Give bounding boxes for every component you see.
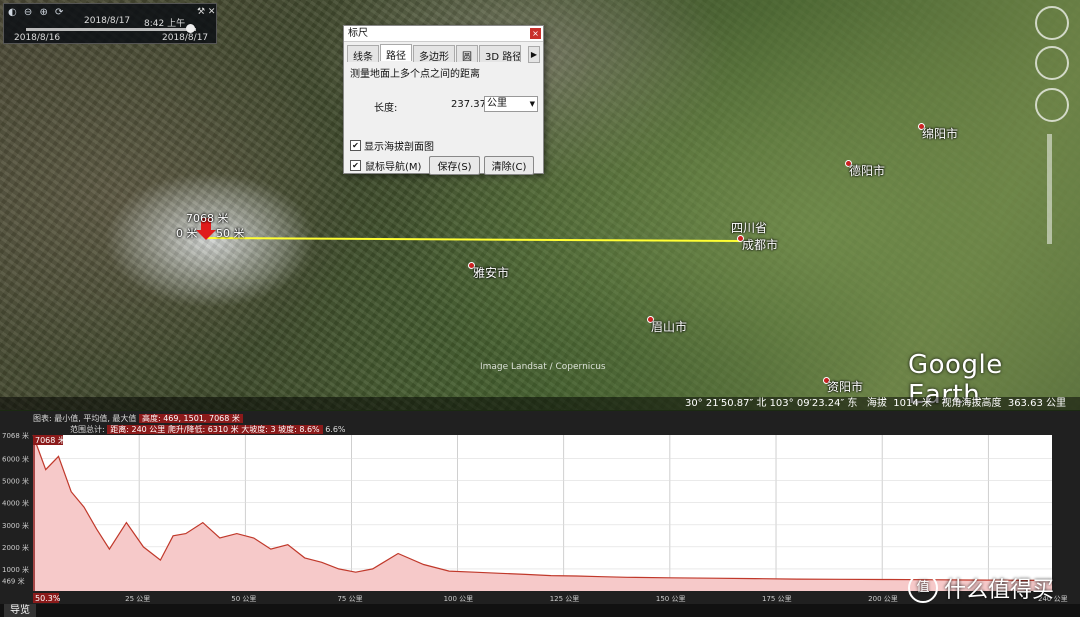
y-tick-label: 4000 米	[2, 499, 29, 508]
mouse-nav-checkbox[interactable]: ✔	[350, 160, 361, 171]
tab-tour[interactable]: 导览	[4, 604, 36, 617]
y-tick-label: 1000 米	[2, 565, 29, 574]
x-tick-label: 150 公里	[656, 595, 686, 603]
city-chengdu[interactable]: 成都市	[742, 236, 778, 253]
y-tick-label: 3000 米	[2, 521, 29, 530]
ruler-dialog: 标尺 × 线条 路径 多边形 圆 3D 路径 ▶ 测量地面上多个点之间的距离 长…	[343, 25, 544, 175]
peak-right-label: 50 米	[216, 227, 245, 240]
elevation-label: 海拔	[866, 398, 887, 409]
x-tick-label: 200 公里	[868, 595, 898, 603]
show-profile-checkbox[interactable]: ✔	[350, 140, 361, 151]
unit-select[interactable]: 公里 ▼	[484, 96, 538, 112]
city-mianyang[interactable]: 绵阳市	[922, 125, 958, 142]
chevron-down-icon: ▼	[529, 100, 535, 108]
x-tick-label: 175 公里	[762, 595, 792, 603]
y-tick-label: 469 米	[2, 577, 25, 586]
x-tick-label: 100 公里	[444, 595, 474, 603]
range-start-date: 2018/8/16	[14, 33, 61, 43]
length-value: 237.37	[451, 99, 486, 110]
tab-scroll-right-icon[interactable]: ▶	[528, 46, 540, 63]
tab-3d-path[interactable]: 3D 路径	[479, 45, 521, 62]
satellite-map[interactable]: 7068 米 0 米 50 米 四川省 成都市 雅安市 眉山市 德阳市 绵阳市 …	[0, 0, 1080, 410]
close-icon[interactable]: ×	[530, 28, 541, 39]
show-profile-option[interactable]: ✔ 显示海拔剖面图	[350, 138, 434, 153]
ruler-tabs: 线条 路径 多边形 圆 3D 路径	[347, 44, 522, 63]
watermark: 值 什么值得买	[908, 572, 1054, 604]
image-credit: Image Landsat / Copernicus	[480, 362, 606, 372]
clear-button[interactable]: 清除(C)	[483, 156, 535, 175]
show-profile-label: 显示海拔剖面图	[364, 142, 434, 153]
x-tick-label: 75 公里	[337, 595, 362, 603]
tab-circle[interactable]: 圆	[456, 45, 478, 63]
compass-icon[interactable]	[1035, 6, 1069, 40]
range-end-date: 2018/8/17	[162, 33, 209, 43]
province-label: 四川省	[731, 221, 768, 235]
peak-left-label: 0 米	[176, 227, 198, 240]
time-slider-handle[interactable]	[186, 24, 195, 33]
historical-imagery-slider[interactable]: ◐ ⊖ ⊕ ⟳ 2018/8/17 8:42 上午 2018/8/16 2018…	[3, 3, 217, 44]
y-tick-label: 6000 米	[2, 455, 29, 464]
look-joystick-icon[interactable]	[1035, 46, 1069, 80]
x-tick-label: 50 公里	[231, 595, 256, 603]
dialog-title: 标尺	[344, 26, 543, 42]
max-marker-label: 7068 米	[35, 435, 66, 445]
status-readout: 30° 21′50.87″ 北 103° 09′23.24″ 东 海拔 1014…	[685, 397, 1066, 410]
watermark-text: 什么值得买	[944, 578, 1055, 603]
ruler-actions: ✔ 鼠标导航(M) 保存(S) 清除(C)	[350, 156, 535, 175]
eye-altitude-label: 视角海拔高度	[941, 398, 1002, 409]
slope-marker-label: 50.3%	[35, 594, 61, 603]
x-tick-label: 25 公里	[125, 595, 150, 603]
smzdm-logo-icon: 值	[908, 573, 938, 603]
save-button[interactable]: 保存(S)	[429, 156, 480, 175]
city-ziyang[interactable]: 资阳市	[827, 378, 863, 395]
move-joystick-icon[interactable]	[1035, 88, 1069, 122]
navigation-controls[interactable]	[1034, 4, 1074, 324]
city-deyang[interactable]: 德阳市	[849, 162, 885, 179]
x-tick-label: 125 公里	[550, 595, 580, 603]
city-yaan[interactable]: 雅安市	[473, 264, 509, 281]
timebar-tools-icon[interactable]: ⚒ ✕	[197, 7, 215, 17]
tab-path[interactable]: 路径	[380, 44, 412, 62]
time-track[interactable]	[26, 28, 196, 31]
eye-altitude-value: 363.63 公里	[1007, 398, 1066, 409]
y-tick-label: 7068 米	[2, 431, 29, 440]
y-tick-label: 2000 米	[2, 543, 29, 552]
tab-polygon[interactable]: 多边形	[413, 45, 455, 63]
peak-label: 7068 米	[186, 212, 229, 225]
bottom-bar: 导览	[0, 604, 1080, 617]
tab-line[interactable]: 线条	[347, 45, 379, 63]
zoom-slider[interactable]	[1047, 134, 1052, 244]
cursor-coordinates: 30° 21′50.87″ 北 103° 09′23.24″ 东	[684, 398, 858, 409]
status-bar: 30° 21′50.87″ 北 103° 09′23.24″ 东 海拔 1014…	[0, 397, 1080, 410]
length-label: 长度:	[374, 103, 398, 114]
ruler-description: 测量地面上多个点之间的距离	[350, 69, 480, 80]
time-control-icons[interactable]: ◐ ⊖ ⊕ ⟳	[8, 7, 65, 18]
city-meishan[interactable]: 眉山市	[651, 318, 687, 335]
mouse-nav-label: 鼠标导航(M)	[365, 162, 422, 173]
y-tick-label: 5000 米	[2, 477, 29, 486]
measure-path-line[interactable]	[205, 237, 741, 242]
unit-value: 公里	[487, 98, 507, 109]
elevation-value: 1014 米	[893, 398, 932, 409]
current-date: 2018/8/17	[84, 16, 131, 26]
